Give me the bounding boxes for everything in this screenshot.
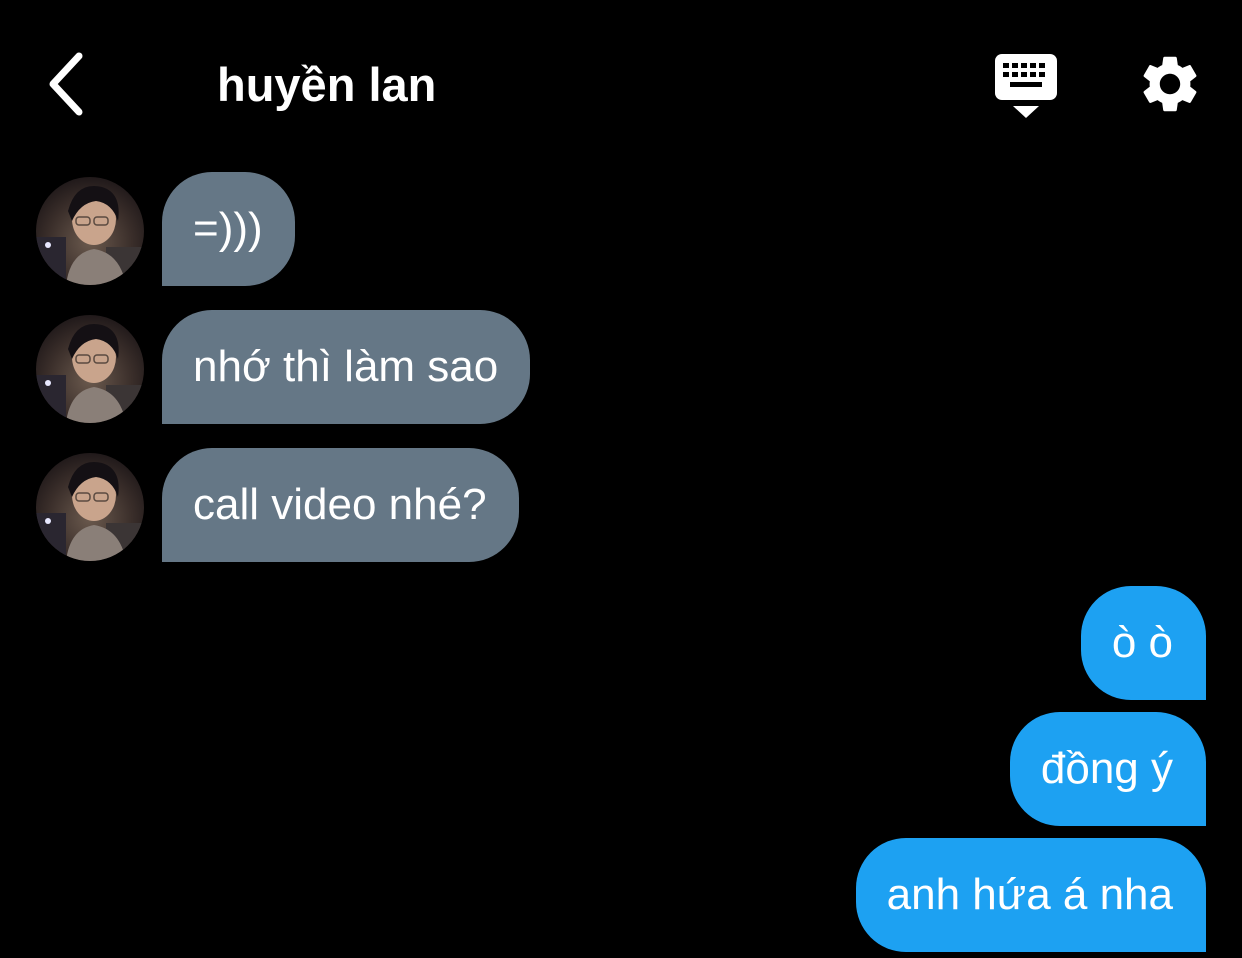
- conversation-title: huyền lan: [217, 58, 437, 111]
- back-button[interactable]: [30, 44, 100, 124]
- settings-button[interactable]: [1136, 50, 1204, 118]
- avatar[interactable]: [36, 177, 144, 285]
- received-message-row: call video nhé?: [36, 448, 636, 562]
- received-message-bubble[interactable]: =))): [162, 172, 295, 286]
- gear-icon: [1143, 56, 1197, 112]
- avatar[interactable]: [36, 453, 144, 561]
- sent-message-bubble[interactable]: anh hứa á nha: [855, 838, 1206, 952]
- keyboard-toggle-button[interactable]: [990, 50, 1062, 122]
- sent-message-bubble[interactable]: ò ò: [1080, 586, 1206, 700]
- received-message-row: =))): [36, 172, 636, 286]
- received-message-bubble[interactable]: call video nhé?: [162, 448, 519, 562]
- avatar[interactable]: [36, 315, 144, 423]
- keyboard-icon: [995, 54, 1057, 118]
- sent-message-bubble[interactable]: đồng ý: [1009, 712, 1206, 826]
- received-message-bubble[interactable]: nhớ thì làm sao: [162, 310, 531, 424]
- conversation-header: huyền lan: [0, 0, 1242, 160]
- received-message-row: nhớ thì làm sao: [36, 310, 636, 424]
- chevron-left-icon: [49, 52, 83, 116]
